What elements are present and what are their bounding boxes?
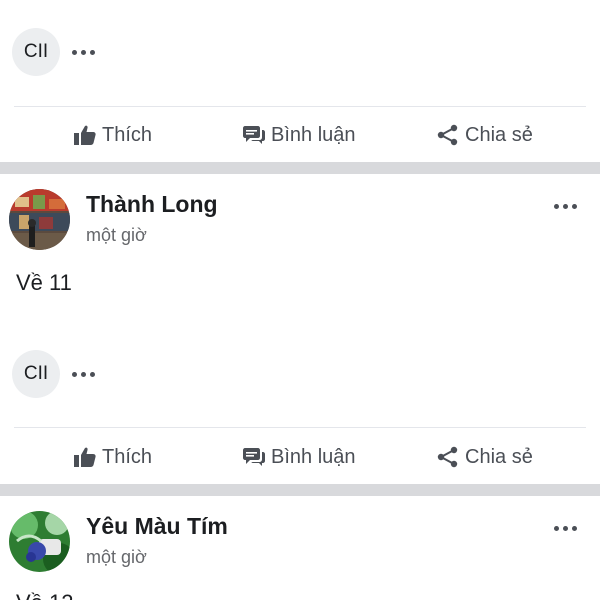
post-time[interactable]: một giờ xyxy=(86,547,147,568)
reaction-badge-text: CII xyxy=(23,41,49,62)
comment-label: Bình luận xyxy=(271,445,356,468)
like-button[interactable]: Thích xyxy=(74,110,152,160)
post-text: Về 11 xyxy=(16,270,72,295)
avatar[interactable] xyxy=(9,511,70,572)
post-header: Thành Long một giờ xyxy=(0,189,600,259)
more-dots-icon[interactable] xyxy=(72,47,98,57)
share-label: Chia sẻ xyxy=(465,123,533,146)
author-name[interactable]: Thành Long xyxy=(86,191,218,218)
comment-bubbles-icon xyxy=(243,448,265,466)
post-separator xyxy=(0,162,600,174)
comment-bubbles-icon xyxy=(243,126,265,144)
reaction-row: CII xyxy=(0,350,600,398)
like-label: Thích xyxy=(102,123,153,146)
share-button[interactable]: Chia sẻ xyxy=(437,110,533,160)
like-label: Thích xyxy=(102,445,153,468)
thumbs-up-icon xyxy=(74,447,96,467)
reaction-badge[interactable]: CII xyxy=(12,350,60,398)
post-separator xyxy=(0,484,600,496)
reaction-row: CII xyxy=(0,28,600,76)
post-time[interactable]: một giờ xyxy=(86,225,147,246)
thumbs-up-icon xyxy=(74,125,96,145)
more-dots-icon[interactable] xyxy=(554,523,580,533)
post-text: Về 12 xyxy=(16,590,74,600)
action-bar: Thích Bình luận Chia sẻ xyxy=(0,110,600,160)
comment-button[interactable]: Bình luận xyxy=(243,110,356,160)
share-icon xyxy=(437,446,458,468)
divider xyxy=(14,106,586,107)
comment-button[interactable]: Bình luận xyxy=(243,432,356,482)
share-icon xyxy=(437,124,458,146)
author-name[interactable]: Yêu Màu Tím xyxy=(86,513,228,540)
post-header: Yêu Màu Tím một giờ xyxy=(0,511,600,581)
divider xyxy=(14,427,586,428)
action-bar: Thích Bình luận Chia sẻ xyxy=(0,432,600,482)
share-label: Chia sẻ xyxy=(465,445,533,468)
more-dots-icon[interactable] xyxy=(554,201,580,211)
avatar[interactable] xyxy=(9,189,70,250)
more-dots-icon[interactable] xyxy=(72,369,98,379)
comment-label: Bình luận xyxy=(271,123,356,146)
like-button[interactable]: Thích xyxy=(74,432,152,482)
reaction-badge-text: CII xyxy=(23,363,49,384)
reaction-badge[interactable]: CII xyxy=(12,28,60,76)
share-button[interactable]: Chia sẻ xyxy=(437,432,533,482)
